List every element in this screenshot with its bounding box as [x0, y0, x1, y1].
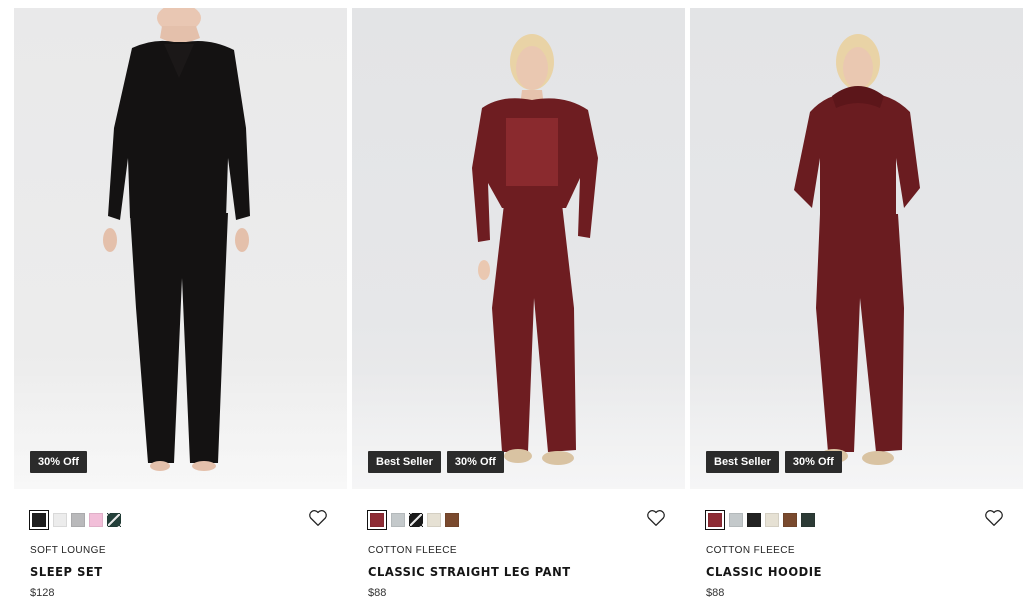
badges: 30% Off: [30, 451, 87, 473]
discount-badge: 30% Off: [30, 451, 87, 473]
model-figure: [103, 8, 250, 471]
product-image[interactable]: Best Seller 30% Off: [352, 8, 685, 489]
product-name[interactable]: CLASSIC HOODIE: [706, 564, 822, 579]
heart-outline-icon[interactable]: [645, 507, 667, 529]
product-image[interactable]: 30% Off: [14, 8, 347, 489]
discount-badge: 30% Off: [784, 451, 842, 473]
heart-outline-icon[interactable]: [983, 507, 1005, 529]
discount-badge: 30% Off: [446, 451, 504, 473]
swatch-brown[interactable]: [783, 513, 797, 527]
color-swatches: [29, 510, 121, 530]
product-name[interactable]: SLEEP SET: [30, 564, 103, 579]
product-card[interactable]: Best Seller 30% Off COTTON FLEECE CLASSI…: [690, 8, 1023, 610]
product-price: $88: [368, 587, 387, 599]
swatch-cream[interactable]: [427, 513, 441, 527]
swatch-striped[interactable]: [107, 513, 121, 527]
product-card[interactable]: Best Seller 30% Off COTTON FLEECE CLASSI…: [352, 8, 685, 610]
product-collection: SOFT LOUNGE: [30, 545, 106, 556]
product-price: $128: [30, 587, 55, 599]
swatch-dark-green[interactable]: [801, 513, 815, 527]
product-image[interactable]: Best Seller 30% Off: [690, 8, 1023, 489]
swatch-brown[interactable]: [445, 513, 459, 527]
swatch-grey[interactable]: [71, 513, 85, 527]
product-card[interactable]: 30% Off SOFT LOUNGE SLEEP SET $128: [14, 8, 347, 610]
product-collection: COTTON FLEECE: [368, 545, 457, 556]
swatch-burgundy[interactable]: [705, 510, 725, 530]
badges: Best Seller 30% Off: [706, 451, 842, 473]
best-seller-badge: Best Seller: [706, 451, 779, 473]
product-price: $88: [706, 587, 725, 599]
badges: Best Seller 30% Off: [368, 451, 504, 473]
swatch-pink[interactable]: [89, 513, 103, 527]
swatch-black[interactable]: [29, 510, 49, 530]
model-figure: [472, 34, 598, 465]
product-grid: 30% Off SOFT LOUNGE SLEEP SET $128 Best …: [0, 0, 1029, 610]
swatch-light-grey[interactable]: [391, 513, 405, 527]
swatch-striped[interactable]: [409, 513, 423, 527]
swatch-light-grey[interactable]: [729, 513, 743, 527]
product-collection: COTTON FLEECE: [706, 545, 795, 556]
color-swatches: [705, 510, 815, 530]
product-name[interactable]: CLASSIC STRAIGHT LEG PANT: [368, 564, 571, 579]
swatch-white[interactable]: [53, 513, 67, 527]
swatch-cream[interactable]: [765, 513, 779, 527]
heart-outline-icon[interactable]: [307, 507, 329, 529]
color-swatches: [367, 510, 459, 530]
swatch-black[interactable]: [747, 513, 761, 527]
best-seller-badge: Best Seller: [368, 451, 441, 473]
swatch-burgundy[interactable]: [367, 510, 387, 530]
model-figure: [794, 34, 920, 465]
